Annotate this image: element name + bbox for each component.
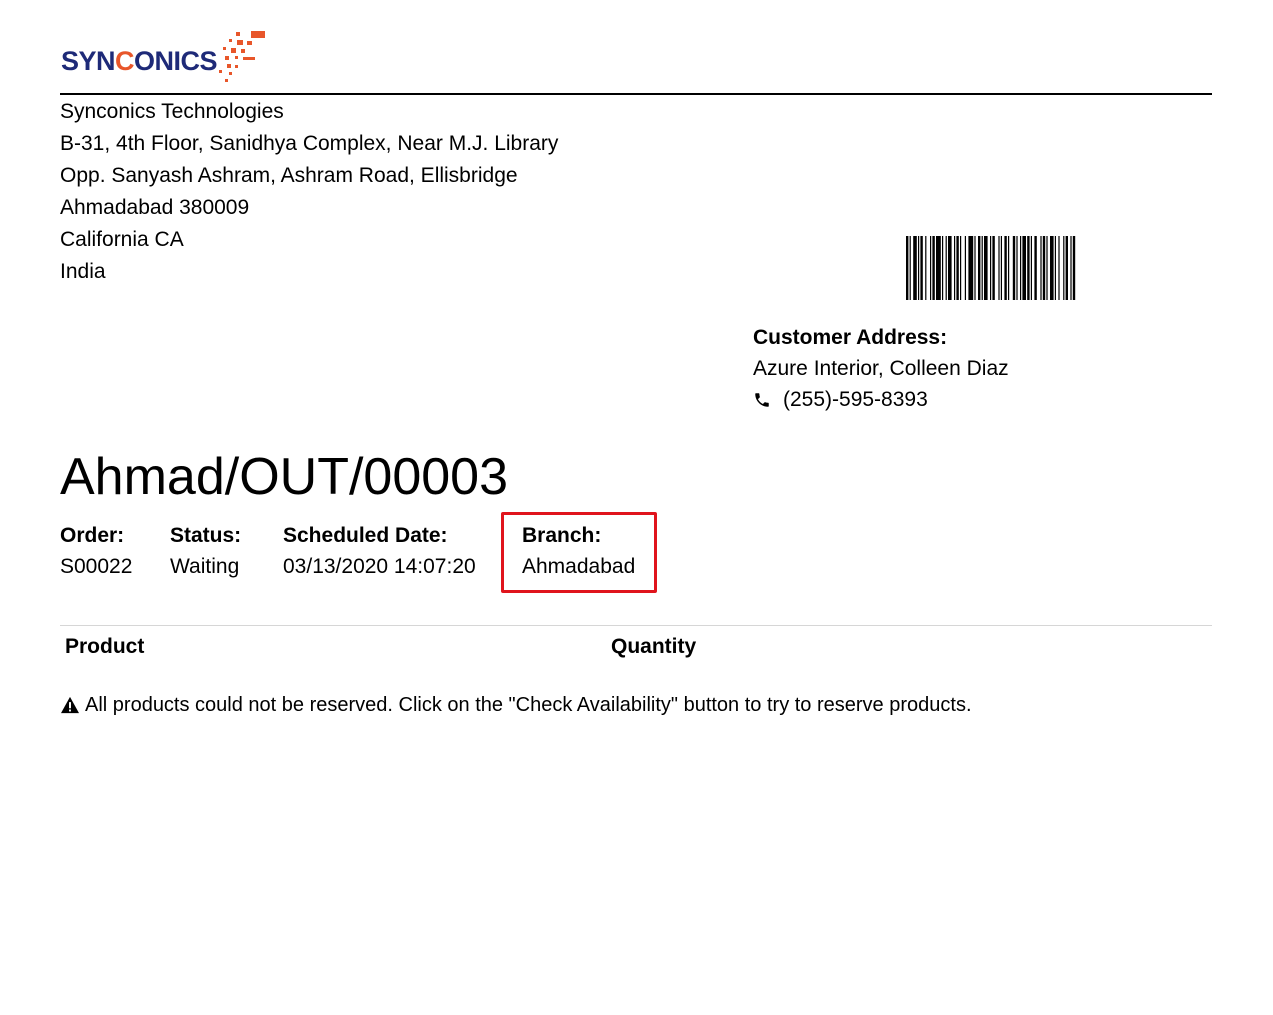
table-divider [60, 625, 1212, 626]
phone-icon [755, 392, 769, 407]
order-value: S00022 [60, 555, 133, 578]
barcode-bar [1040, 236, 1042, 300]
column-header-quantity: Quantity [611, 635, 697, 658]
branch-label: Branch: [522, 524, 602, 547]
status-label: Status: [170, 524, 242, 547]
barcode-bar [1046, 236, 1048, 300]
barcode-bar [1054, 236, 1056, 300]
barcode-bar [930, 236, 932, 300]
warning-icon [61, 696, 79, 714]
branch-field: Branch: Ahmadabad [522, 520, 635, 582]
barcode-bar [1070, 236, 1072, 300]
barcode-bar [1072, 236, 1076, 300]
barcode-bar [948, 236, 952, 300]
customer-name: Azure Interior, Colleen Diaz [753, 357, 1009, 380]
barcode-bar [1008, 236, 1010, 300]
barcode-bar [992, 236, 995, 300]
customer-address-block: Customer Address: Azure Interior, Collee… [753, 322, 1009, 415]
barcode-bar [954, 236, 956, 300]
barcode-bar [984, 236, 988, 300]
scheduled-date-label: Scheduled Date: [283, 524, 448, 547]
company-address-line: Opp. Sanyash Ashram, Ashram Road, Ellisb… [60, 164, 518, 187]
barcode-bar [1022, 236, 1026, 300]
header-divider [60, 93, 1212, 95]
barcode-bar [936, 236, 941, 300]
barcode-bar [960, 236, 962, 300]
barcode-bar [1020, 236, 1022, 300]
barcode-bar [1030, 236, 1032, 300]
barcode-bar [964, 236, 966, 300]
barcode-bar [932, 236, 935, 300]
barcode-bar [1058, 236, 1060, 300]
barcode-bar [1004, 236, 1007, 300]
column-header-product: Product [65, 635, 145, 658]
warning-text: All products could not be reserved. Clic… [85, 694, 972, 716]
company-address-line: Ahmadabad 380009 [60, 196, 250, 219]
company-logo: SYNCONICS [60, 28, 280, 88]
barcode-bar [906, 236, 909, 300]
barcode-bar [945, 236, 947, 300]
barcode-bar [920, 236, 923, 300]
delivery-slip-page: SYNCONICS Synconics Technologies B-31, 4… [60, 0, 1212, 1015]
barcode-bar [1050, 236, 1054, 300]
barcode-bar [1065, 236, 1068, 300]
order-field: Order: S00022 [60, 520, 132, 582]
order-label: Order: [60, 524, 125, 547]
barcode-bar [1000, 236, 1002, 300]
scheduled-date-value: 03/13/2020 14:07:20 [283, 555, 476, 578]
company-address-line: B-31, 4th Floor, Sanidhya Complex, Near … [60, 132, 559, 155]
barcode-bar [1027, 236, 1030, 300]
barcode-bar [913, 236, 917, 300]
scheduled-date-field: Scheduled Date: 03/13/2020 14:07:20 [283, 520, 476, 582]
company-address-line: California CA [60, 228, 184, 251]
company-address: Synconics Technologies B-31, 4th Floor, … [60, 96, 558, 288]
reservation-warning: All products could not be reserved. Clic… [60, 690, 972, 720]
barcode-bar [974, 236, 976, 300]
barcode-bar [998, 236, 1000, 300]
barcode-bar [918, 236, 920, 300]
customer-address-label: Customer Address: [753, 326, 948, 349]
document-title: Ahmad/OUT/00003 [60, 448, 509, 506]
company-country: India [60, 260, 106, 283]
barcode-bar [978, 236, 981, 300]
barcode-bar [956, 236, 959, 300]
barcode-bar [1063, 236, 1065, 300]
barcode-bar [981, 236, 983, 300]
customer-phone-row: (255)-595-8393 [753, 384, 1009, 415]
status-field: Status: Waiting [170, 520, 241, 582]
logo-pixel-burst-icon [219, 31, 265, 82]
barcode-bar [942, 236, 944, 300]
branch-value: Ahmadabad [522, 555, 636, 578]
barcode-bar [1042, 236, 1046, 300]
status-value: Waiting [170, 555, 240, 578]
customer-phone: (255)-595-8393 [783, 388, 928, 411]
barcode-bar [990, 236, 992, 300]
barcode-bar [968, 236, 974, 300]
barcode-bar [1034, 236, 1037, 300]
barcode-bar [1016, 236, 1018, 300]
logo-wordmark: SYNCONICS [61, 46, 218, 76]
barcode-bar [909, 236, 911, 300]
company-name: Synconics Technologies [60, 100, 284, 123]
barcode-bar [1012, 236, 1016, 300]
barcode-bar [925, 236, 927, 300]
barcode-image [906, 236, 1076, 300]
